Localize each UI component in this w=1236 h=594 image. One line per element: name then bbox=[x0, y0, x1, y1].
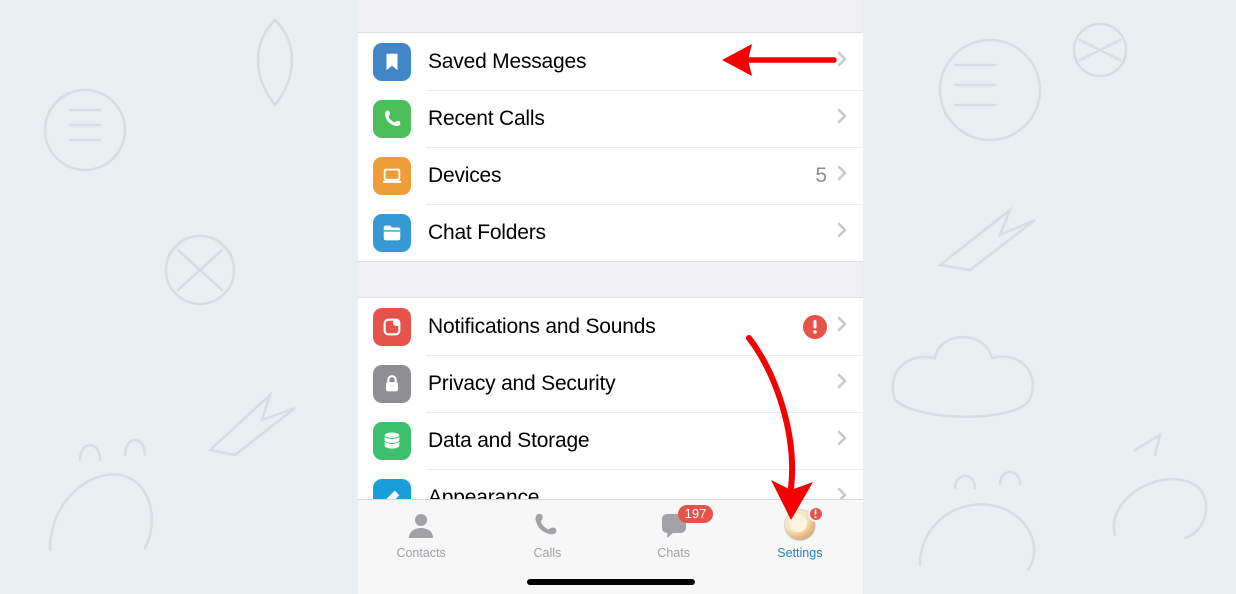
chevron-right-icon bbox=[837, 430, 847, 451]
bookmark-icon bbox=[373, 43, 411, 81]
chevron-right-icon bbox=[837, 108, 847, 129]
lock-icon bbox=[373, 365, 411, 403]
row-saved-messages[interactable]: Saved Messages bbox=[358, 33, 863, 90]
row-appearance[interactable]: Appearance bbox=[358, 469, 863, 499]
tab-label: Calls bbox=[533, 546, 561, 560]
settings-scroll-area[interactable]: Saved Messages Recent Calls Devices 5 bbox=[358, 0, 863, 499]
chevron-right-icon bbox=[837, 222, 847, 243]
alert-badge-icon bbox=[803, 315, 827, 339]
settings-group-general: Saved Messages Recent Calls Devices 5 bbox=[358, 32, 863, 262]
row-data-storage[interactable]: Data and Storage bbox=[358, 412, 863, 469]
row-label: Devices bbox=[428, 164, 815, 188]
row-label: Saved Messages bbox=[428, 50, 837, 74]
row-label: Notifications and Sounds bbox=[428, 315, 803, 339]
phone-icon bbox=[373, 100, 411, 138]
calls-icon bbox=[530, 508, 564, 542]
row-badge-count: 5 bbox=[815, 164, 827, 188]
row-recent-calls[interactable]: Recent Calls bbox=[358, 90, 863, 147]
notification-app-icon bbox=[373, 308, 411, 346]
database-icon bbox=[373, 422, 411, 460]
tab-label: Settings bbox=[777, 546, 822, 560]
chevron-right-icon bbox=[837, 165, 847, 186]
row-chat-folders[interactable]: Chat Folders bbox=[358, 204, 863, 261]
chevron-right-icon bbox=[837, 316, 847, 337]
tab-settings[interactable]: Settings bbox=[737, 508, 863, 594]
tab-label: Chats bbox=[657, 546, 690, 560]
chevron-right-icon bbox=[837, 373, 847, 394]
brush-icon bbox=[373, 479, 411, 500]
row-privacy-security[interactable]: Privacy and Security bbox=[358, 355, 863, 412]
home-indicator[interactable] bbox=[527, 579, 695, 585]
tab-contacts[interactable]: Contacts bbox=[358, 508, 484, 594]
contacts-icon bbox=[404, 508, 438, 542]
row-devices[interactable]: Devices 5 bbox=[358, 147, 863, 204]
folder-icon bbox=[373, 214, 411, 252]
row-label: Recent Calls bbox=[428, 107, 837, 131]
chevron-right-icon bbox=[837, 487, 847, 499]
laptop-icon bbox=[373, 157, 411, 195]
settings-alert-dot-icon bbox=[808, 506, 824, 522]
row-label: Appearance bbox=[428, 486, 837, 500]
row-label: Privacy and Security bbox=[428, 372, 837, 396]
row-notifications[interactable]: Notifications and Sounds bbox=[358, 298, 863, 355]
settings-group-preferences: Notifications and Sounds Privacy and Sec… bbox=[358, 297, 863, 499]
tab-badge: 197 bbox=[678, 505, 714, 523]
phone-frame: Saved Messages Recent Calls Devices 5 bbox=[358, 0, 863, 594]
row-label: Chat Folders bbox=[428, 221, 837, 245]
row-label: Data and Storage bbox=[428, 429, 837, 453]
chevron-right-icon bbox=[837, 51, 847, 72]
tab-label: Contacts bbox=[396, 546, 445, 560]
